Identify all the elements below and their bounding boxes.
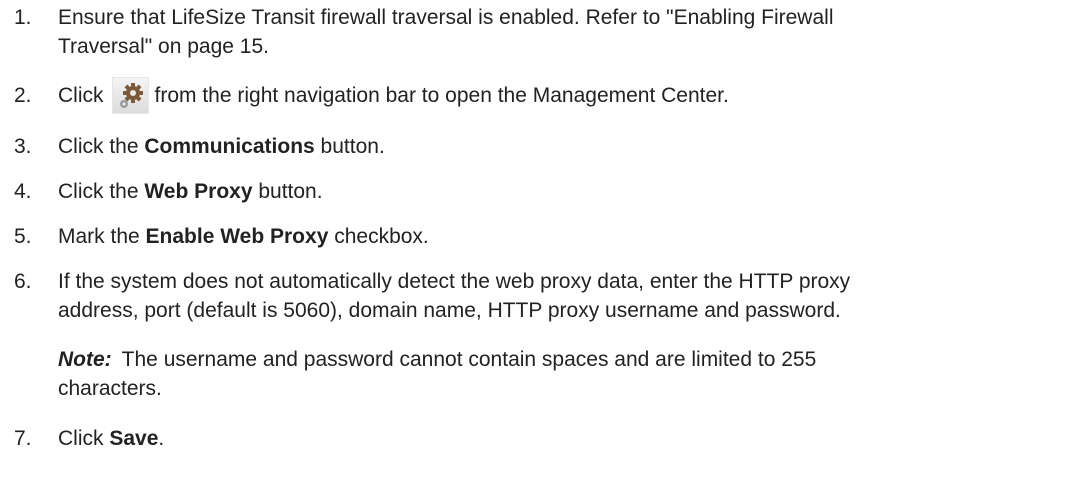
step-text-pre: Click (58, 84, 104, 107)
step-number: 6. (14, 270, 32, 293)
step-text-bold: Enable Web Proxy (145, 225, 329, 248)
step-text-pre: Click the (58, 135, 145, 158)
step-text-line: Traversal" on page 15. (58, 35, 269, 58)
step-text: If the system does not automatically det… (58, 267, 1048, 325)
step-text-line: Ensure that LifeSize Transit firewall tr… (58, 6, 834, 29)
step-text-pre: Mark the (58, 225, 146, 248)
note-text: Note: The username and password cannot co… (58, 345, 1048, 403)
step-text-post: from the right navigation bar to open th… (154, 84, 729, 107)
settings-gears-icon (111, 76, 149, 114)
note-label: Note: (58, 348, 112, 371)
step-text-line: address, port (default is 5060), domain … (58, 299, 841, 322)
step-number: 1. (14, 6, 32, 29)
step-text: Ensure that LifeSize Transit firewall tr… (58, 3, 1048, 61)
step-text-post: button. (252, 180, 323, 203)
step-text: Mark the Enable Web Proxy checkbox. (58, 222, 1048, 251)
instruction-page: 1. Ensure that LifeSize Transit firewall… (0, 0, 1067, 478)
step-number: 5. (14, 225, 32, 248)
step-number: 3. (14, 135, 32, 158)
step-text-bold: Save (109, 427, 159, 450)
step-text-bold: Web Proxy (144, 180, 253, 203)
step-text: Click Save. (58, 424, 1048, 453)
step-text-post: checkbox. (328, 225, 429, 248)
step-text-bold: Communications (144, 135, 315, 158)
step-text-line: If the system does not automatically det… (58, 270, 851, 293)
step-text-pre: Click (58, 427, 110, 450)
step-text: Click from the right navigation bar to o… (58, 76, 1048, 114)
step-number: 4. (14, 180, 32, 203)
step-text: Click the Communications button. (58, 132, 1048, 161)
step-number: 7. (14, 427, 32, 450)
step-number: 2. (14, 84, 32, 107)
note-text-line: characters. (58, 377, 162, 400)
step-text-pre: Click the (58, 180, 145, 203)
step-text: Click the Web Proxy button. (58, 177, 1048, 206)
note-text-line: The username and password cannot contain… (121, 348, 817, 371)
step-text-post: button. (314, 135, 385, 158)
step-text-post: . (158, 427, 165, 450)
